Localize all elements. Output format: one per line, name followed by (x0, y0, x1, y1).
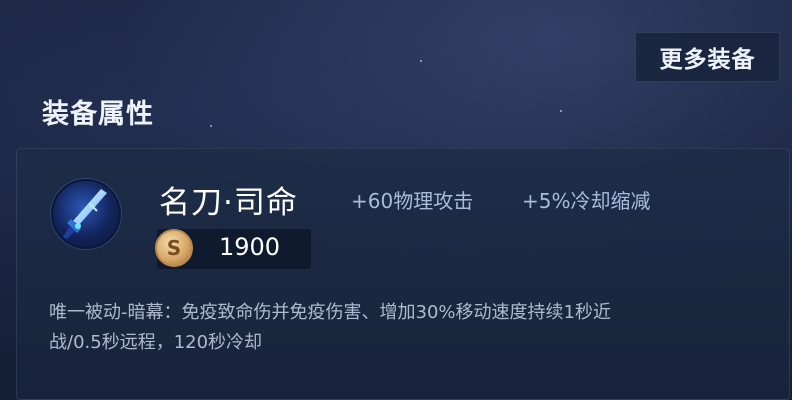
star-decoration (560, 110, 562, 112)
section-title: 装备属性 (42, 99, 154, 130)
star-decoration (420, 60, 422, 62)
item-description: 唯一被动-暗幕：免疫致命伤并免疫伤害、增加30%移动速度持续1秒近 战/0.5秒… (49, 298, 749, 358)
blade-icon (51, 179, 121, 249)
item-description-line-2: 战/0.5秒远程，120秒冷却 (49, 332, 263, 353)
item-stat-physical-attack: +60物理攻击 (351, 189, 474, 213)
gold-coin-icon: S (155, 229, 193, 267)
item-price: 1900 (219, 233, 281, 261)
more-equipment-button[interactable]: 更多装备 (635, 32, 780, 82)
item-description-line-1: 唯一被动-暗幕：免疫致命伤并免疫伤害、增加30%移动速度持续1秒近 (49, 302, 611, 323)
item-stat-cooldown-reduction: +5%冷却缩减 (522, 189, 651, 213)
star-decoration (210, 125, 212, 127)
more-equipment-label: 更多装备 (659, 47, 756, 73)
item-name: 名刀·司命 (159, 185, 298, 221)
coin-symbol: S (166, 236, 182, 260)
equipment-card: 名刀·司命 +60物理攻击 +5%冷却缩减 S 1900 唯一被动-暗幕：免疫致… (16, 148, 790, 400)
